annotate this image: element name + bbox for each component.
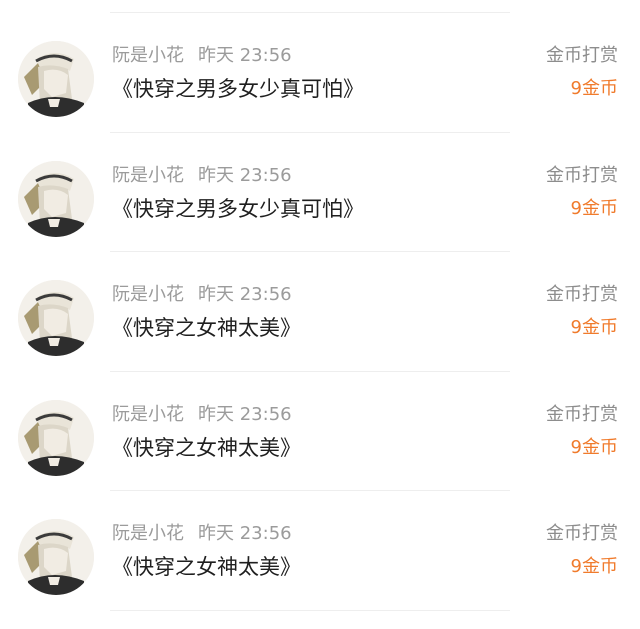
- user-avatar[interactable]: [18, 519, 94, 595]
- avatar-illustration-icon: [18, 399, 94, 476]
- reward-time: 昨天 23:56: [198, 164, 292, 186]
- gift-type-label: 金币打赏: [546, 164, 618, 186]
- book-title[interactable]: 《快穿之女神太美》: [112, 314, 301, 342]
- reward-time: 昨天 23:56: [198, 284, 292, 305]
- reward-row[interactable]: 阮是小花 昨天 23:56 《快穿之女神太美》 金币打赏 9金币: [0, 252, 640, 372]
- gift-type-label: 金币打赏: [546, 284, 618, 305]
- gift-amount: 9金币: [570, 78, 618, 99]
- reward-row[interactable]: 阮是小花 昨天 23:56 《快穿之男多女少真可怕》 金币打赏 9金币: [0, 13, 640, 133]
- user-avatar[interactable]: [18, 160, 94, 237]
- username[interactable]: 阮是小花: [112, 523, 184, 544]
- reward-meta: 阮是小花 昨天 23:56: [112, 164, 292, 188]
- reward-time: 昨天 23:56: [198, 403, 292, 425]
- book-title[interactable]: 《快穿之女神太美》: [112, 553, 301, 581]
- reward-meta: 阮是小花 昨天 23:56: [112, 522, 292, 546]
- reward-time: 昨天 23:56: [198, 523, 292, 544]
- user-avatar[interactable]: [18, 41, 94, 117]
- reward-row[interactable]: 阮是小花 昨天 23:56 《快穿之男多女少真可怕》 金币打赏 9金币: [0, 133, 640, 252]
- avatar-illustration-icon: [18, 280, 94, 356]
- gift-amount: 9金币: [570, 197, 618, 219]
- gift-type-label: 金币打赏: [546, 45, 618, 66]
- reward-row[interactable]: 阮是小花 昨天 23:56 《快穿之女神太美》 金币打赏 9金币: [0, 491, 640, 611]
- book-title[interactable]: 《快穿之男多女少真可怕》: [112, 195, 364, 223]
- reward-time: 昨天 23:56: [198, 45, 292, 66]
- reward-list: 阮是小花 昨天 23:56 《快穿之男多女少真可怕》 金币打赏 9金币 阮是小花昨…: [0, 13, 640, 611]
- username[interactable]: 阮是小花: [112, 404, 184, 425]
- gift-type-label: 金币打赏: [546, 403, 618, 425]
- reward-meta: 阮是小花 昨天 23:56: [112, 403, 292, 427]
- reward-meta: 阮是小花 昨天 23:56: [112, 283, 292, 307]
- book-title[interactable]: 《快穿之男多女少真可怕》: [112, 75, 364, 103]
- username[interactable]: 阮是小花: [112, 284, 184, 305]
- book-title[interactable]: 《快穿之女神太美》: [112, 434, 301, 462]
- reward-row[interactable]: 阮是小花 昨天 23:56 《快穿之女神太美》 金币打赏 9金币: [0, 372, 640, 491]
- user-avatar[interactable]: [18, 280, 94, 356]
- avatar-illustration-icon: [18, 160, 94, 237]
- user-avatar[interactable]: [18, 399, 94, 476]
- username[interactable]: 阮是小花: [112, 45, 184, 66]
- gift-amount: 9金币: [570, 436, 618, 458]
- username[interactable]: 阮是小花: [112, 165, 184, 186]
- row-divider: [110, 609, 510, 611]
- avatar-illustration-icon: [18, 519, 94, 595]
- reward-meta: 阮是小花 昨天 23:56: [112, 44, 292, 68]
- gift-type-label: 金币打赏: [546, 523, 618, 544]
- avatar-illustration-icon: [18, 41, 94, 117]
- gift-amount: 9金币: [570, 317, 618, 338]
- gift-amount: 9金币: [570, 556, 618, 577]
